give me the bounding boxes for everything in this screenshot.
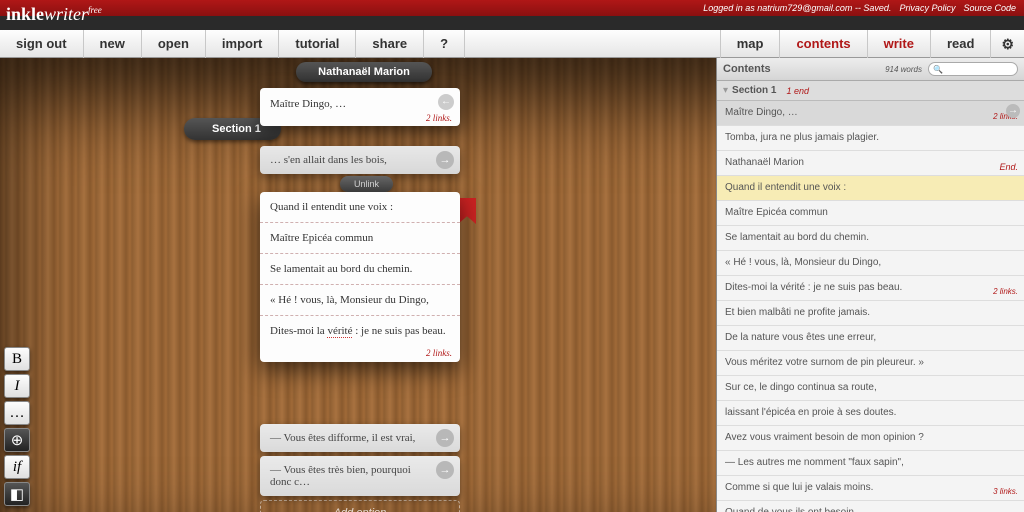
image-button[interactable]: ◧ xyxy=(4,482,30,506)
contents-panel: Contents 914 words ▾ Section 1 1 end Maî… xyxy=(716,58,1024,512)
row-arrow-icon[interactable]: → xyxy=(1006,104,1020,118)
contents-title: Contents xyxy=(723,63,771,75)
active-card-links: 2 links. xyxy=(260,346,460,362)
source-link[interactable]: Source Code xyxy=(963,3,1016,13)
menu-import[interactable]: import xyxy=(206,30,279,58)
menu-read[interactable]: read xyxy=(930,30,990,58)
paragraph-segment[interactable]: Maître Epicéa commun xyxy=(260,223,460,254)
option-line[interactable]: — Vous êtes difforme, il est vrai,→ xyxy=(260,424,460,452)
paragraph-segment[interactable]: Quand il entendit une voix : xyxy=(260,192,460,223)
privacy-link[interactable]: Privacy Policy xyxy=(899,3,955,13)
row-end-tag: End. xyxy=(999,161,1018,173)
goto-arrow-icon[interactable]: ← xyxy=(438,94,454,110)
add-button[interactable]: ⊕ xyxy=(4,428,30,452)
contents-row[interactable]: Quand il entendit une voix : xyxy=(717,176,1024,201)
ellipsis-button[interactable]: … xyxy=(4,401,30,425)
contents-row[interactable]: laissant l'épicéa en proie à ses doutes. xyxy=(717,401,1024,426)
contents-row[interactable]: De la nature vous êtes une erreur, xyxy=(717,326,1024,351)
contents-row[interactable]: Maître Epicéa commun xyxy=(717,201,1024,226)
contents-row[interactable]: Tomba, jura ne plus jamais plagier. xyxy=(717,126,1024,151)
story-card[interactable]: Maître Dingo, … ← 2 links. xyxy=(260,88,460,126)
option-arrow-icon[interactable]: → xyxy=(436,461,454,479)
contents-row[interactable]: Et bien malbâti ne profite jamais. xyxy=(717,301,1024,326)
word-count: 914 words xyxy=(885,65,922,74)
contents-row[interactable]: Quand de vous ils ont besoin. xyxy=(717,501,1024,512)
menu-contents[interactable]: contents xyxy=(779,30,866,58)
paragraph-segment[interactable]: Se lamentait au bord du chemin. xyxy=(260,254,460,285)
row-links-count: 3 links. xyxy=(993,486,1018,498)
menu-map[interactable]: map xyxy=(720,30,780,58)
contents-row[interactable]: Nathanaël MarionEnd. xyxy=(717,151,1024,176)
contents-search-input[interactable] xyxy=(928,62,1018,76)
contents-row[interactable]: Se lamentait au bord du chemin. xyxy=(717,226,1024,251)
story-title[interactable]: Nathanaël Marion xyxy=(296,62,432,82)
italic-button[interactable]: I xyxy=(4,374,30,398)
card-links-count: 2 links. xyxy=(426,113,452,123)
canvas-stage[interactable]: Nathanaël Marion Section 1 Maître Dingo,… xyxy=(0,58,1024,512)
menu-signout[interactable]: sign out xyxy=(0,30,84,58)
bold-button[interactable]: B xyxy=(4,347,30,371)
option-arrow-icon[interactable]: → xyxy=(436,151,454,169)
section-name: Section 1 xyxy=(732,85,776,96)
contents-row[interactable]: Comme si que lui je valais moins.3 links… xyxy=(717,476,1024,501)
paragraph-segment[interactable]: Dites-moi la vérité : je ne suis pas bea… xyxy=(260,316,460,346)
option-card[interactable]: … s'en allait dans les bois, → xyxy=(260,146,460,174)
card-text: Maître Dingo, … xyxy=(270,98,346,110)
option-text: … s'en allait dans les bois, xyxy=(270,154,387,166)
menu-[interactable]: ? xyxy=(424,30,465,58)
menu-share[interactable]: share xyxy=(356,30,424,58)
contents-row[interactable]: Maître Dingo, …2 links.→ xyxy=(717,101,1024,126)
menu-write[interactable]: write xyxy=(867,30,930,58)
contents-row[interactable]: Dites-moi la vérité : je ne suis pas bea… xyxy=(717,276,1024,301)
login-status: Logged in as natrium729@gmail.com -- Sav… xyxy=(703,3,891,13)
contents-row[interactable]: « Hé ! vous, là, Monsieur du Dingo, xyxy=(717,251,1024,276)
unlink-button[interactable]: Unlink xyxy=(340,176,393,192)
contents-row[interactable]: — Les autres me nomment "faux sapin", xyxy=(717,451,1024,476)
contents-row[interactable]: Sur ce, le dingo continua sa route, xyxy=(717,376,1024,401)
bookmark-ribbon-icon xyxy=(458,198,476,224)
chevron-down-icon: ▾ xyxy=(723,85,728,96)
gear-icon[interactable]: ⚙ xyxy=(990,30,1024,58)
menu-open[interactable]: open xyxy=(142,30,206,58)
section-end-tag: 1 end xyxy=(787,86,810,96)
menu-tutorial[interactable]: tutorial xyxy=(279,30,356,58)
main-menubar: sign outnewopenimporttutorialshare? mapc… xyxy=(0,30,1024,58)
contents-row[interactable]: Vous méritez votre surnom de pin pleureu… xyxy=(717,351,1024,376)
option-arrow-icon[interactable]: → xyxy=(436,429,454,447)
paragraph-segment[interactable]: « Hé ! vous, là, Monsieur du Dingo, xyxy=(260,285,460,316)
row-links-count: 2 links. xyxy=(993,286,1018,298)
menu-new[interactable]: new xyxy=(84,30,142,58)
option-line[interactable]: — Vous êtes très bien, pourquoi donc c…→ xyxy=(260,456,460,496)
app-logo: inklewriterfree xyxy=(6,4,102,25)
contents-row[interactable]: Avez vous vraiment besoin de mon opinion… xyxy=(717,426,1024,451)
active-story-card[interactable]: Quand il entendit une voix :Maître Epicé… xyxy=(260,192,460,362)
format-toolbar: BI … ⊕ if ◧ xyxy=(4,347,30,506)
section-header[interactable]: ▾ Section 1 1 end xyxy=(717,81,1024,101)
add-option-button[interactable]: Add option xyxy=(260,500,460,512)
if-button[interactable]: if xyxy=(4,455,30,479)
status-bar: Logged in as natrium729@gmail.com -- Sav… xyxy=(0,0,1024,16)
